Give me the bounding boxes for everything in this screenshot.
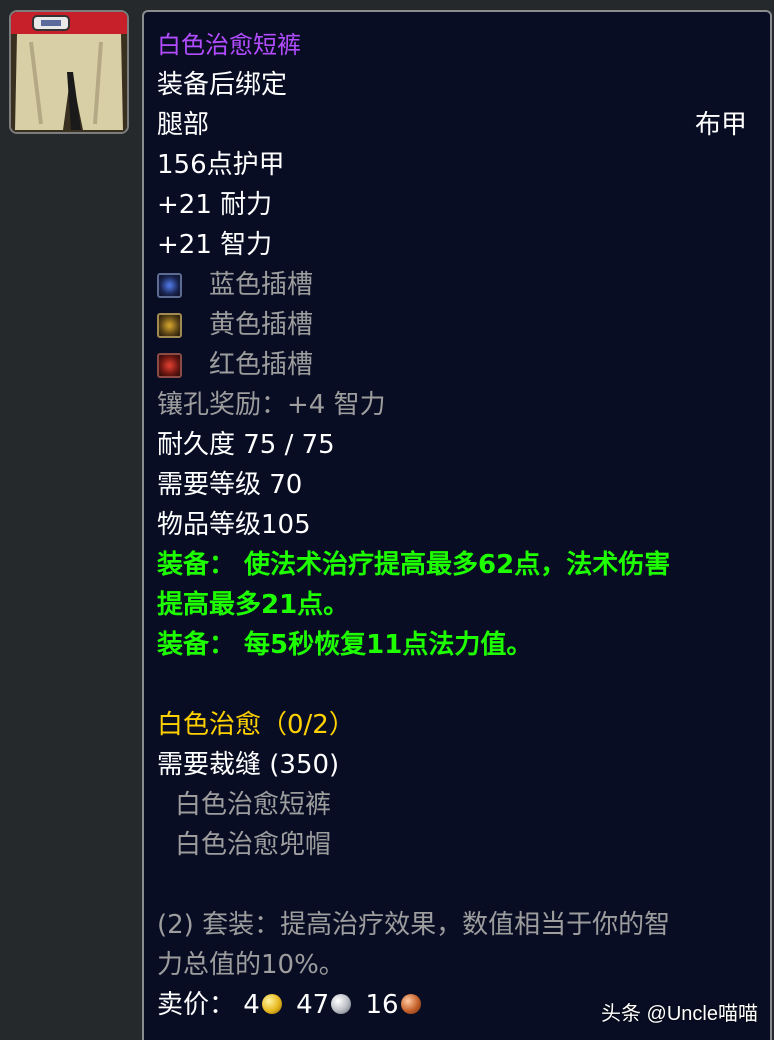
gold-coin-icon: [261, 994, 282, 1014]
equip-effect-2: 装备： 每5秒恢复11点法力值。: [157, 630, 533, 660]
item-icon[interactable]: [9, 10, 129, 134]
equip-effect-1-cont: 提高最多21点。: [157, 590, 350, 620]
item-name: 白色治愈短裤: [157, 31, 301, 59]
yellow-socket-icon: [157, 313, 182, 338]
armor-value: 156点护甲: [157, 150, 285, 180]
item-slot: 腿部: [157, 110, 210, 140]
stat-stamina: +21 耐力: [157, 190, 273, 220]
blue-socket-icon: [157, 273, 182, 298]
watermark: 头条 @Uncle喵喵: [601, 1003, 758, 1025]
copper-coin-icon: [400, 994, 421, 1014]
required-level: 需要等级 70: [157, 470, 303, 500]
slot-row: 腿部 布甲: [157, 108, 761, 142]
set-bonus-cont: 力总值的10%。: [157, 950, 345, 980]
set-piece: 白色治愈兜帽: [175, 830, 332, 860]
socket-bonus: 镶孔奖励：+4 智力: [157, 390, 386, 420]
copper-amount: 16: [365, 990, 399, 1020]
armor-type: 布甲: [694, 110, 747, 140]
sell-price-label: 卖价：: [157, 990, 236, 1020]
item-level: 物品等级105: [157, 510, 311, 540]
bind-type: 装备后绑定: [157, 70, 288, 100]
sell-price: 卖价： 4 47 16: [157, 988, 427, 1022]
socket-label: 蓝色插槽: [209, 270, 314, 300]
red-socket-icon: [157, 353, 182, 378]
socket-label: 红色插槽: [209, 350, 314, 380]
item-tooltip: 白色治愈短裤 装备后绑定 腿部 布甲 156点护甲 +21 耐力 +21 智力 …: [142, 10, 772, 1040]
set-name: 白色治愈（0/2）: [157, 710, 355, 740]
stat-intellect: +21 智力: [157, 230, 273, 260]
durability: 耐久度 75 / 75: [157, 430, 335, 460]
set-piece: 白色治愈短裤: [175, 790, 332, 820]
set-bonus: (2) 套装：提高治疗效果，数值相当于你的智: [157, 910, 671, 940]
socket-label: 黄色插槽: [209, 310, 314, 340]
set-requirement: 需要裁缝 (350): [157, 750, 340, 780]
silver-amount: 47: [296, 990, 330, 1020]
equip-effect-1: 装备： 使法术治疗提高最多62点，法术伤害: [157, 550, 671, 580]
gold-amount: 4: [243, 990, 260, 1020]
silver-coin-icon: [331, 994, 352, 1014]
cloth-pants-icon: [11, 12, 127, 132]
